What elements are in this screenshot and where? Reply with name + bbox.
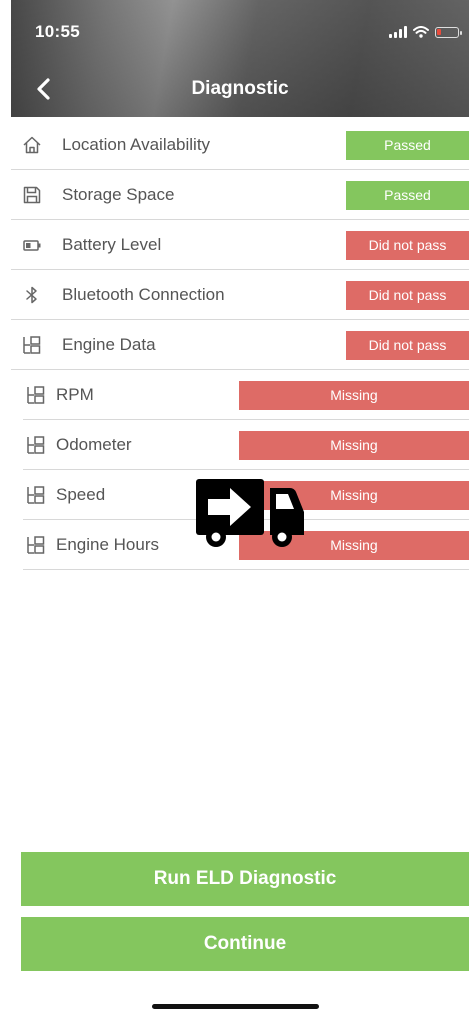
engine-data-icon (27, 436, 45, 454)
divider (23, 569, 469, 570)
diagnostic-row-rpm: RPM Missing (11, 370, 469, 420)
continue-button[interactable]: Continue (21, 917, 469, 971)
status-badge: Did not pass (346, 331, 469, 360)
app-screen: 10:55 Diagnostic Location Availability P… (11, 0, 469, 1015)
home-indicator (152, 1004, 319, 1009)
battery-status-icon (435, 26, 462, 38)
signal-icon (389, 26, 407, 38)
status-badge: Did not pass (346, 231, 469, 260)
header-bar: 10:55 Diagnostic (11, 0, 469, 117)
row-label: Battery Level (62, 235, 162, 254)
diagnostic-row-bluetooth: Bluetooth Connection Did not pass (11, 270, 469, 320)
engine-data-icon (27, 536, 45, 554)
diagnostic-row-storage: Storage Space Passed (11, 170, 469, 220)
row-label: Bluetooth Connection (62, 285, 225, 304)
diagnostic-row-location: Location Availability Passed (11, 120, 469, 170)
truck-arrow-icon (196, 479, 304, 547)
diagnostic-row-engine-data: Engine Data Did not pass (11, 320, 469, 370)
battery-icon (23, 240, 41, 251)
status-icons (389, 26, 462, 38)
run-eld-diagnostic-button[interactable]: Run ELD Diagnostic (21, 852, 469, 906)
row-label: Odometer (56, 435, 132, 454)
status-time: 10:55 (35, 22, 80, 41)
storage-icon (23, 186, 41, 204)
engine-data-icon (27, 486, 45, 504)
diagnostic-row-odometer: Odometer Missing (11, 420, 469, 470)
engine-data-icon (23, 336, 41, 354)
status-badge: Missing (239, 431, 469, 460)
row-label: RPM (56, 385, 94, 404)
diagnostic-row-battery: Battery Level Did not pass (11, 220, 469, 270)
home-icon (23, 136, 41, 154)
wifi-icon (413, 26, 429, 38)
status-badge: Passed (346, 131, 469, 160)
row-label: Engine Data (62, 335, 156, 354)
row-label: Storage Space (62, 185, 175, 204)
row-label: Engine Hours (56, 535, 160, 554)
status-badge: Missing (239, 381, 469, 410)
status-badge: Did not pass (346, 281, 469, 310)
row-label: Speed (56, 485, 106, 504)
status-badge: Passed (346, 181, 469, 210)
row-label: Location Availability (62, 135, 211, 154)
bluetooth-icon (26, 286, 37, 304)
engine-data-icon (27, 386, 45, 404)
page-title: Diagnostic (191, 78, 289, 99)
